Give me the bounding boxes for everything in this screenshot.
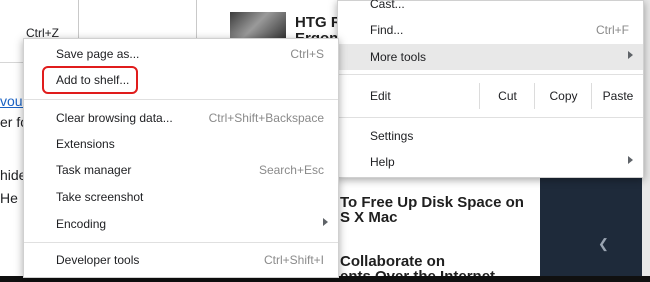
- cut-button[interactable]: Cut: [479, 83, 535, 109]
- dark-sidebar-panel: [540, 176, 642, 276]
- menu-item-find[interactable]: Find... Ctrl+F: [338, 17, 643, 43]
- shortcut-label: Ctrl+Shift+I: [263, 253, 324, 267]
- menu-item-task-manager[interactable]: Task manager Search+Esc: [24, 157, 338, 183]
- bg-text-line: He: [0, 190, 18, 206]
- menu-item-cast[interactable]: Cast...: [338, 0, 643, 17]
- chrome-main-menu: Cast... Find... Ctrl+F More tools Edit C…: [337, 0, 644, 178]
- chevron-right-icon: [628, 51, 633, 59]
- menu-item-extensions[interactable]: Extensions: [24, 131, 338, 157]
- divider: [78, 0, 79, 40]
- menu-item-more-tools[interactable]: More tools: [338, 44, 643, 70]
- menu-edit-row: Edit Cut Copy Paste: [338, 83, 643, 109]
- edit-label: Edit: [370, 89, 391, 103]
- menu-item-developer-tools[interactable]: Developer tools Ctrl+Shift+I: [24, 247, 338, 273]
- feedly-icon[interactable]: ❮: [598, 236, 612, 251]
- menu-item-settings[interactable]: Settings: [338, 123, 643, 149]
- article-title[interactable]: ents Over the Internet: [340, 268, 495, 276]
- chevron-right-icon: [323, 218, 328, 226]
- menu-separator: [24, 242, 338, 243]
- copy-button[interactable]: Copy: [534, 83, 592, 109]
- article-title[interactable]: S X Mac: [340, 209, 398, 226]
- menu-item-save-page-as[interactable]: Save page as... Ctrl+S: [24, 41, 338, 67]
- shortcut-label: Ctrl+S: [290, 47, 324, 61]
- menu-item-clear-browsing-data[interactable]: Clear browsing data... Ctrl+Shift+Backsp…: [24, 105, 338, 131]
- divider: [0, 62, 24, 63]
- paste-button[interactable]: Paste: [591, 83, 644, 109]
- divider: [196, 0, 197, 40]
- menu-separator: [338, 117, 643, 118]
- menu-separator: [338, 74, 643, 75]
- highlight-annotation: [42, 66, 138, 94]
- menu-separator: [24, 99, 338, 100]
- menu-item-help[interactable]: Help: [338, 149, 643, 175]
- chevron-right-icon: [628, 156, 633, 164]
- menu-item-take-screenshot[interactable]: Take screenshot: [24, 184, 338, 210]
- menu-item-encoding[interactable]: Encoding: [24, 211, 338, 237]
- shortcut-label: Ctrl+F: [596, 23, 629, 37]
- shortcut-label: Ctrl+Shift+Backspace: [208, 111, 324, 125]
- shortcut-label: Search+Esc: [258, 163, 324, 177]
